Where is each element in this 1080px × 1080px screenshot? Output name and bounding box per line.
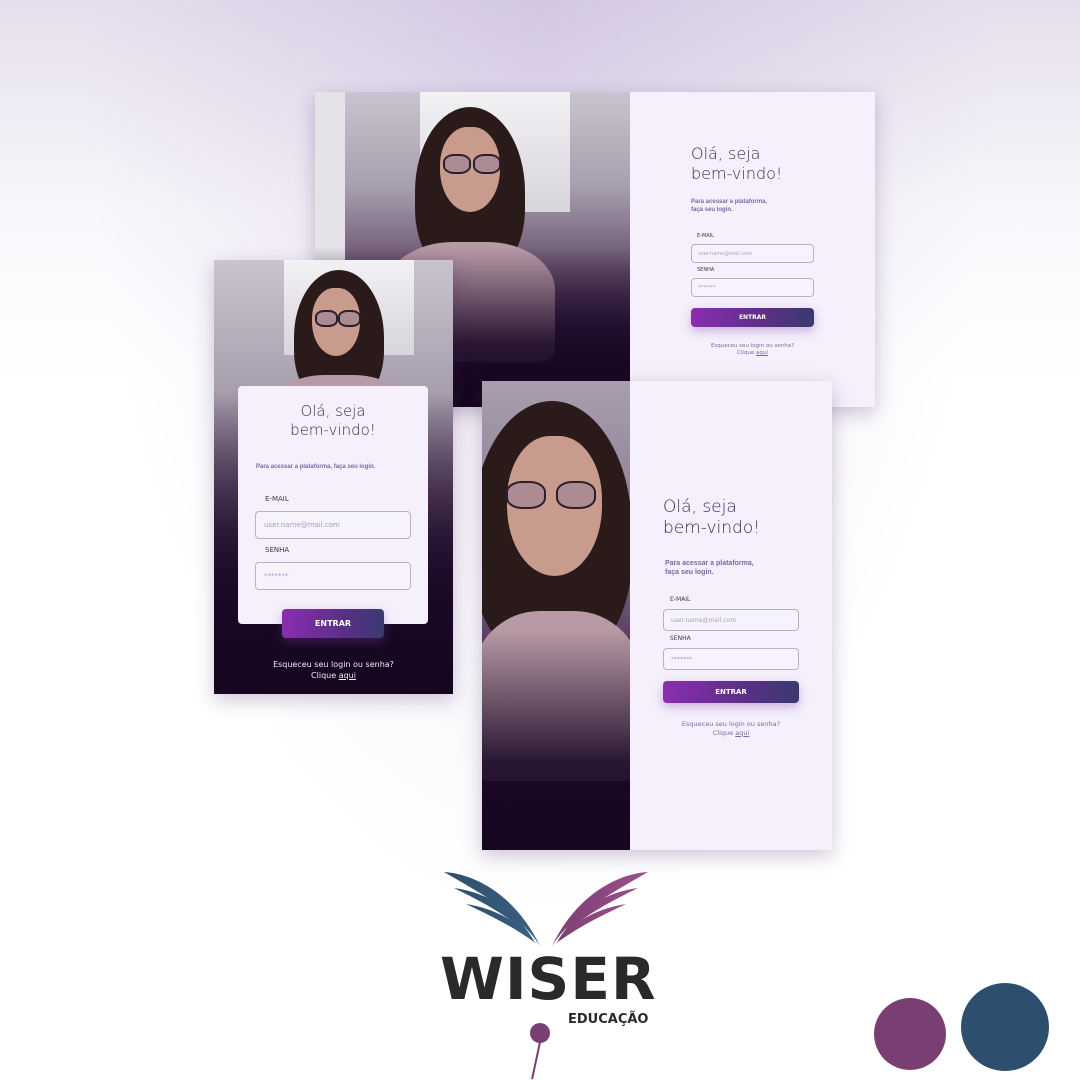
password-label: SENHA [265, 546, 290, 554]
mobile-mockup: Olá, seja bem-vindo! Para acessar a plat… [214, 260, 453, 694]
submit-button[interactable]: ENTRAR [282, 609, 384, 638]
logo-line [531, 1041, 541, 1080]
greeting-title: bem-vindo! [691, 164, 783, 183]
greeting-title: bem-vindo! [663, 518, 761, 539]
purple-swatch [874, 998, 946, 1070]
submit-button[interactable]: ENTRAR [691, 308, 814, 327]
here-link[interactable]: aqui [339, 671, 356, 680]
greeting-title: bem-vindo! [290, 420, 376, 439]
password-field[interactable]: ******* [255, 562, 411, 590]
subtitle: Para acessar a plataforma, [691, 199, 768, 205]
forgot-text: Esqueceu seu login ou senha? [681, 720, 781, 728]
blue-swatch [961, 983, 1049, 1071]
password-field[interactable]: ******* [691, 278, 814, 297]
tablet-mockup: Olá, seja bem-vindo! Para acessar a plat… [482, 381, 832, 850]
greeting-title: Olá, seja [691, 144, 761, 163]
logo-dot [530, 1023, 550, 1043]
logo-name: WISER [440, 945, 657, 1013]
greeting-title: Olá, seja [300, 402, 366, 420]
password-field[interactable]: ******* [663, 648, 799, 670]
email-label: E-MAIL [697, 233, 714, 239]
logo-subtitle: EDUCAÇÃO [568, 1012, 649, 1027]
subtitle: faça seu login. [665, 569, 714, 577]
greeting-title: Olá, seja [663, 497, 737, 517]
wiser-logo: WISER EDUCAÇÃO [436, 866, 656, 1080]
subtitle: Para acessar a plataforma, [665, 560, 754, 567]
subtitle: faça seu login. [691, 206, 733, 213]
login-photo [482, 381, 630, 850]
click-text: Clique [311, 670, 337, 680]
email-label: E-MAIL [670, 596, 691, 603]
click-text: Clique [712, 728, 734, 737]
password-label: SENHA [697, 267, 715, 273]
email-field[interactable]: user.name@mail.com [691, 244, 814, 263]
click-text: Clique [737, 350, 755, 357]
here-link[interactable]: aqui [756, 350, 768, 356]
email-field[interactable]: user.name@mail.com [255, 511, 411, 539]
here-link[interactable]: aqui [735, 729, 749, 737]
email-field[interactable]: user.name@mail.com [663, 609, 799, 631]
email-label: E-MAIL [265, 495, 289, 503]
submit-button[interactable]: ENTRAR [663, 681, 799, 703]
forgot-text: Esqueceu seu login ou senha? [710, 343, 795, 349]
subtitle: Para acessar a plataforma, faça seu logi… [256, 464, 376, 470]
forgot-text: Esqueceu seu login ou senha? [273, 660, 394, 669]
wings-icon [444, 872, 648, 946]
password-label: SENHA [670, 635, 691, 642]
